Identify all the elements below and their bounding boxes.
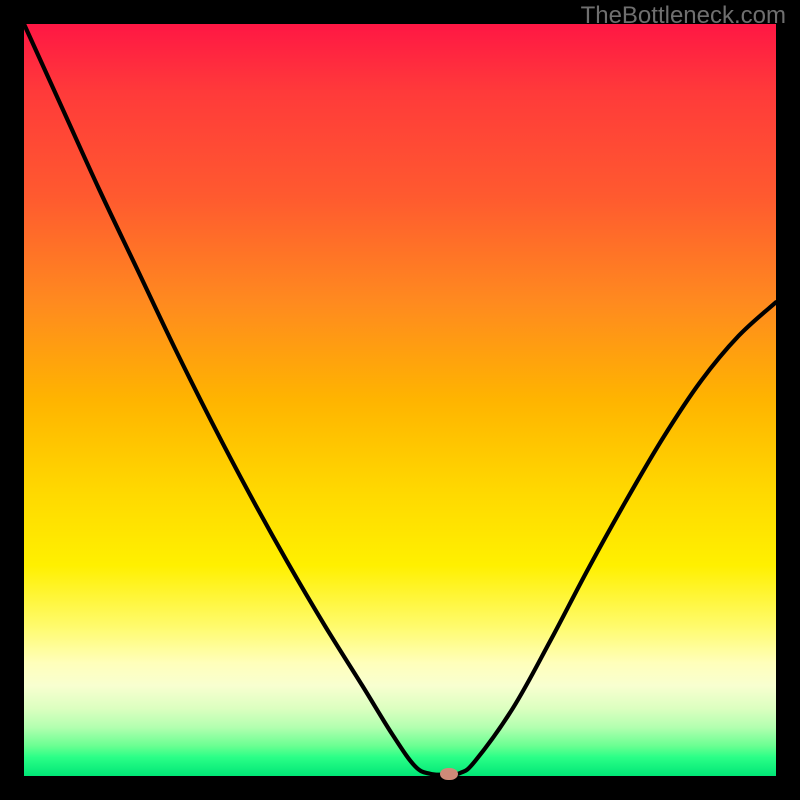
optimal-point-marker xyxy=(440,768,458,780)
watermark-text: TheBottleneck.com xyxy=(581,2,786,30)
plot-area xyxy=(24,24,776,776)
chart-frame: TheBottleneck.com xyxy=(0,0,800,800)
bottleneck-curve xyxy=(24,24,776,776)
